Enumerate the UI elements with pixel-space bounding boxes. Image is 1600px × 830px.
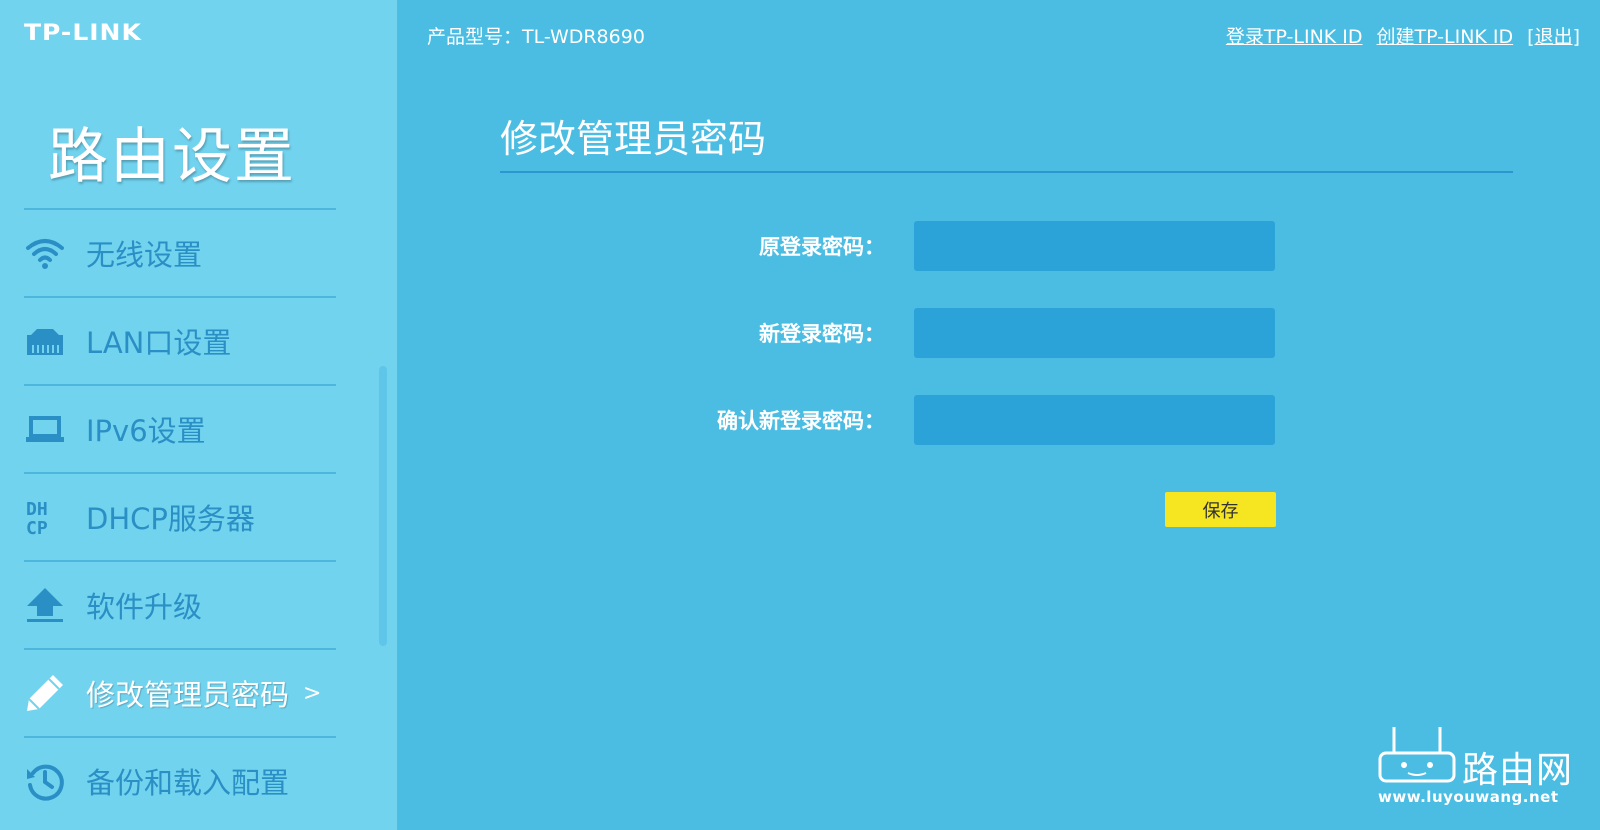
- sidebar-item-lan[interactable]: LAN口设置: [24, 296, 336, 384]
- sidebar-item-label: IPv6设置: [86, 414, 206, 448]
- wifi-icon: [24, 232, 66, 274]
- svg-text:CP: CP: [26, 518, 48, 537]
- new-password-label: 新登录密码：: [759, 322, 885, 346]
- create-tplink-id-link[interactable]: 创建TP-LINK ID: [1377, 22, 1514, 49]
- router-logo-icon: [1378, 727, 1456, 783]
- sidebar-item-ipv6[interactable]: IPv6设置: [24, 384, 336, 472]
- sidebar-item-wireless[interactable]: 无线设置: [24, 208, 336, 296]
- sidebar: TP-LINK 路由设置 无线设置 LAN口设置 IPv6设置 DH CP DH…: [0, 0, 397, 830]
- sidebar-item-admin-password[interactable]: 修改管理员密码 >: [24, 648, 336, 736]
- watermark-url: www.luyouwang.net: [1378, 788, 1559, 806]
- new-password-field[interactable]: [914, 308, 1275, 358]
- svg-text:DH: DH: [26, 499, 48, 520]
- sidebar-item-dhcp[interactable]: DH CP DHCP服务器: [24, 472, 336, 560]
- sidebar-item-label: DHCP服务器: [86, 502, 255, 536]
- sidebar-item-label: 无线设置: [86, 238, 203, 272]
- lan-port-icon: [24, 320, 66, 362]
- old-password-field[interactable]: [914, 221, 1275, 271]
- sidebar-scrollbar[interactable]: [379, 366, 387, 646]
- sidebar-nav: 无线设置 LAN口设置 IPv6设置 DH CP DHCP服务器 软件升级 修改…: [24, 208, 336, 824]
- dhcp-icon: DH CP: [24, 496, 66, 538]
- page-title: 修改管理员密码: [500, 117, 767, 161]
- confirm-password-label: 确认新登录密码：: [717, 409, 885, 433]
- logout-link[interactable]: [退出]: [1527, 22, 1580, 49]
- confirm-password-field[interactable]: [914, 395, 1275, 445]
- login-tplink-id-link[interactable]: 登录TP-LINK ID: [1226, 22, 1363, 49]
- sidebar-item-label: 备份和载入配置: [86, 766, 290, 800]
- laptop-icon: [24, 408, 66, 450]
- header-links: 登录TP-LINK ID 创建TP-LINK ID [退出]: [1226, 22, 1580, 49]
- confirm-password-row: 确认新登录密码：: [600, 394, 1275, 446]
- tp-link-logo: TP-LINK: [24, 19, 142, 46]
- sidebar-item-label: 软件升级: [86, 590, 203, 624]
- history-icon: [24, 760, 66, 802]
- sidebar-item-upgrade[interactable]: 软件升级: [24, 560, 336, 648]
- sidebar-item-label: LAN口设置: [86, 326, 232, 360]
- old-password-row: 原登录密码：: [600, 220, 1275, 272]
- sidebar-item-backup[interactable]: 备份和载入配置: [24, 736, 336, 824]
- save-button[interactable]: 保存: [1165, 492, 1276, 527]
- sidebar-title: 路由设置: [48, 122, 296, 192]
- sidebar-item-label: 修改管理员密码: [86, 678, 290, 712]
- pencil-icon: [24, 672, 66, 714]
- new-password-row: 新登录密码：: [600, 307, 1275, 359]
- title-divider: [500, 171, 1513, 173]
- upload-icon: [24, 584, 66, 626]
- watermark-brand: 路由网: [1462, 750, 1574, 791]
- product-model: 产品型号：TL-WDR8690: [427, 26, 645, 48]
- chevron-right-icon: >: [303, 680, 322, 706]
- old-password-label: 原登录密码：: [759, 235, 885, 259]
